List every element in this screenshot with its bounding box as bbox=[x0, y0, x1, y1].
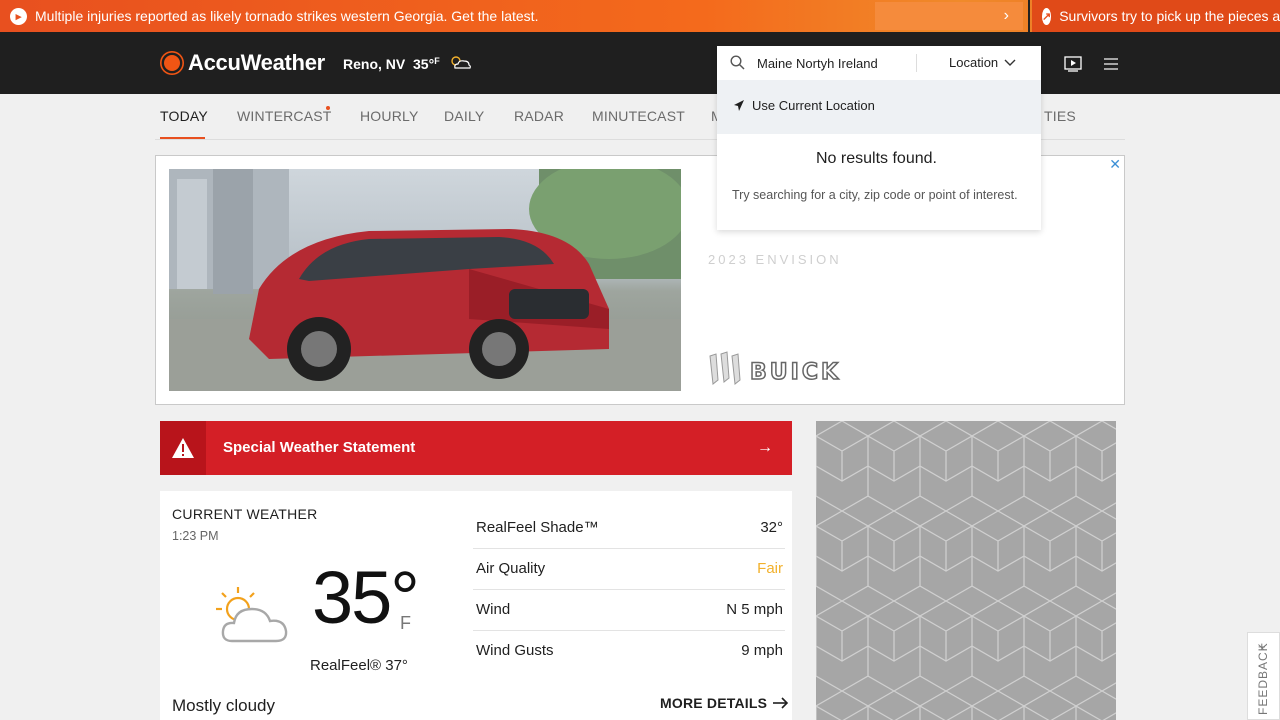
ticker-next-button[interactable]: › bbox=[875, 2, 1023, 30]
arrow-right-icon[interactable]: → bbox=[757, 439, 773, 457]
detail-row: Wind Gusts 9 mph bbox=[473, 631, 785, 672]
wind-label: Wind bbox=[476, 601, 511, 618]
location-temp-unit: F bbox=[434, 55, 440, 66]
use-current-location-label: Use Current Location bbox=[752, 98, 875, 113]
video-icon bbox=[1064, 56, 1082, 72]
car-ad-image[interactable] bbox=[169, 169, 681, 391]
chevron-right-icon: › bbox=[1003, 7, 1009, 24]
realfeel-shade-value: 32° bbox=[760, 519, 783, 536]
ad-close-icon[interactable]: ✕ bbox=[1109, 156, 1121, 173]
more-details-button[interactable]: MORE DETAILS bbox=[660, 695, 789, 711]
tab-radar[interactable]: RADAR bbox=[514, 108, 564, 124]
realfeel-shade-label: RealFeel Shade™ bbox=[476, 519, 599, 536]
location-arrow-icon bbox=[734, 100, 744, 111]
search-hint: Try searching for a city, zip code or po… bbox=[732, 188, 1018, 202]
warning-icon bbox=[160, 421, 206, 475]
search-icon bbox=[730, 55, 745, 75]
location-temp: 35° bbox=[413, 55, 435, 72]
no-results-message: No results found. bbox=[816, 150, 937, 167]
ticker-divider bbox=[1028, 0, 1030, 32]
search-bar: Location bbox=[717, 46, 1041, 80]
wind-value: N 5 mph bbox=[726, 601, 783, 618]
weather-alert-banner[interactable]: Special Weather Statement → bbox=[160, 421, 792, 475]
detail-row: Wind N 5 mph bbox=[473, 590, 785, 631]
sun-logo-icon bbox=[164, 55, 180, 71]
current-weather-title: CURRENT WEATHER bbox=[172, 506, 318, 522]
use-current-location-row: Use Current Location bbox=[717, 80, 1041, 134]
news-ticker: ▸ Multiple injuries reported as likely t… bbox=[0, 0, 1280, 32]
buick-wordmark: BUICK bbox=[749, 359, 842, 386]
location-name: Reno, NV bbox=[343, 55, 406, 72]
current-weather-time: 1:23 PM bbox=[172, 529, 219, 543]
tab-daily[interactable]: DAILY bbox=[444, 108, 484, 124]
search-type-select[interactable]: Location bbox=[949, 55, 1016, 70]
ad-model-text: 2023 ENVISION bbox=[708, 252, 842, 267]
search-input[interactable] bbox=[757, 53, 887, 73]
air-quality-value: Fair bbox=[757, 560, 783, 577]
site-header: AccuWeather Reno, NV 35° F bbox=[0, 32, 1280, 94]
feedback-label: FEEDBACK bbox=[1256, 642, 1270, 715]
ticker-item-2[interactable]: ↗ Survivors try to pick up the pieces af… bbox=[1032, 0, 1280, 32]
ticker-headline-2[interactable]: Survivors try to pick up the pieces aft bbox=[1059, 8, 1280, 24]
detail-row: Air Quality Fair bbox=[473, 549, 785, 590]
menu-button[interactable] bbox=[1097, 50, 1125, 78]
current-location-link[interactable]: Reno, NV 35° F bbox=[343, 54, 472, 73]
side-ad-pattern[interactable] bbox=[816, 421, 1116, 720]
current-weather-card[interactable]: CURRENT WEATHER 1:23 PM 35° F RealFeel® … bbox=[160, 491, 792, 720]
accuweather-logo[interactable]: AccuWeather bbox=[162, 50, 325, 76]
tab-air-quality[interactable]: TIES bbox=[1044, 108, 1076, 124]
ticker-headline[interactable]: Multiple injuries reported as likely tor… bbox=[35, 8, 538, 24]
use-current-location-button[interactable]: Use Current Location bbox=[733, 98, 875, 113]
feedback-tab[interactable]: + FEEDBACK bbox=[1247, 632, 1280, 720]
alert-title[interactable]: Special Weather Statement bbox=[223, 439, 415, 456]
new-indicator-dot bbox=[326, 106, 330, 110]
weather-phrase: Mostly cloudy bbox=[172, 696, 275, 715]
wind-gusts-value: 9 mph bbox=[741, 642, 783, 659]
ticker-play-icon: ▸ bbox=[10, 7, 27, 25]
air-quality-label: Air Quality bbox=[476, 560, 546, 577]
tab-wintercast[interactable]: WINTERCAST bbox=[237, 108, 332, 124]
chevron-down-icon bbox=[1004, 59, 1016, 66]
sub-navigation: TODAY WINTERCAST HOURLY DAILY RADAR MINU… bbox=[0, 94, 1280, 140]
search-dropdown: Location Use Current Location No results… bbox=[717, 46, 1041, 230]
more-details-label: MORE DETAILS bbox=[660, 695, 768, 711]
logo-text: AccuWeather bbox=[188, 50, 325, 75]
video-button[interactable] bbox=[1059, 50, 1087, 78]
search-type-label: Location bbox=[949, 55, 999, 70]
buick-shield-logo bbox=[705, 350, 745, 388]
ticker-play-icon-2: ↗ bbox=[1042, 7, 1052, 25]
mostly-cloudy-icon bbox=[210, 579, 294, 649]
tab-hourly[interactable]: HOURLY bbox=[360, 108, 419, 124]
search-divider bbox=[916, 54, 917, 72]
temperature-unit: F bbox=[400, 613, 411, 633]
ticker-item[interactable]: ▸ Multiple injuries reported as likely t… bbox=[10, 0, 538, 32]
tab-minutecast[interactable]: MINUTECAST bbox=[592, 108, 685, 124]
mostly-cloudy-icon bbox=[448, 54, 472, 73]
realfeel-value: RealFeel® 37° bbox=[310, 657, 408, 674]
wind-gusts-label: Wind Gusts bbox=[476, 642, 554, 659]
arrow-right-icon bbox=[773, 697, 789, 709]
hamburger-menu-icon bbox=[1104, 58, 1118, 70]
tab-today[interactable]: TODAY bbox=[160, 108, 208, 124]
detail-row: RealFeel Shade™ 32° bbox=[473, 508, 785, 549]
